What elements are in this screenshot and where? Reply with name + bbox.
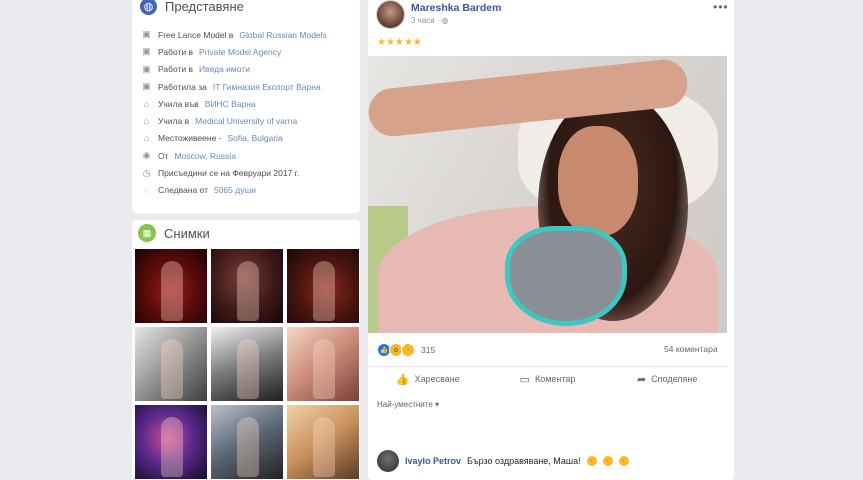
intro-item-link[interactable]: Private Model Agency [199,47,281,57]
home-icon: ⌂ [143,133,150,144]
commenter-avatar[interactable] [377,450,399,472]
reactions-summary[interactable]: 👍 o · 315 [377,343,435,357]
thumbs-up-icon: 👍 [395,373,410,386]
intro-item: ◉ От Moscow, Russia [141,147,327,164]
sad-reaction-icon: · [401,343,415,357]
intro-item: ⌂ Учила в Medical University of varna [141,112,327,129]
post-photo[interactable] [368,56,727,333]
intro-item-link[interactable]: Sofia, Bulgaria [228,133,283,143]
comment-sort-label: Най-уместните [377,400,433,409]
sad-emoji-icon: · [602,456,613,466]
share-button[interactable]: ➦ Споделяне [607,367,727,391]
comment-button[interactable]: ▭ Коментар [488,367,608,391]
intro-list: ▣ Free Lance Model в Global Russian Mode… [141,26,327,199]
share-button-label: Споделяне [651,374,698,384]
graduation-cap-icon: ⌂ [143,116,150,127]
intro-item-link[interactable]: IT Гимназия Експорт Варна [213,82,321,92]
share-icon: ➦ [636,373,647,386]
post-card: Mareshka Bardem 3 часа ·◍ ••• ★★★★★ 👍 o … [368,0,734,480]
briefcase-icon: ▣ [142,29,151,40]
photo-thumb[interactable] [135,405,207,479]
briefcase-icon: ▣ [142,46,151,57]
intro-item: ▣ Free Lance Model в Global Russian Mode… [141,26,327,43]
intro-item: ▣ Работи в Private Model Agency [141,43,327,60]
intro-item-prefix: Учила в [158,116,190,127]
intro-item-link[interactable]: Medical University of varna [195,116,297,126]
photos-icon: ▦ [138,224,156,242]
photo-thumb[interactable] [211,249,283,323]
intro-item-prefix: От [158,150,169,161]
photo-thumb[interactable] [287,405,359,479]
photo-thumb[interactable] [135,327,207,401]
globe-icon: ·◍ [438,16,449,25]
photo-thumb[interactable] [211,327,283,401]
briefcase-icon: ▣ [142,81,151,92]
photos-card: ▦ Снимки [132,220,360,480]
intro-item-prefix: Работи в [158,46,194,57]
more-options-icon[interactable]: ••• [713,0,729,14]
intro-item-prefix: Работила за [158,81,207,92]
intro-item-prefix: Учила във [158,98,199,109]
like-button[interactable]: 👍 Харесване [368,367,488,391]
intro-item-link[interactable]: Global Russian Models [239,30,326,40]
briefcase-icon: ▣ [142,63,151,74]
clock-icon: ◷ [142,167,151,178]
intro-card: ◍ Представяне ▣ Free Lance Model в Globa… [132,0,360,213]
graduation-cap-icon: ⌂ [143,98,150,109]
photos-header: ▦ Снимки [138,224,210,242]
comment-button-label: Коментар [534,374,576,384]
comment-item: Ivaylo Petrov Бързо оздравяване, Маша! ·… [377,450,629,472]
chevron-down-icon: ▾ [435,400,440,409]
comment-icon: ▭ [519,373,530,386]
intro-item: ◌ Следвана от 5065 души [141,182,327,199]
intro-item: ⌂ Местоживеене - Sofia, Bulgaria [141,130,327,147]
comment-sort-dropdown[interactable]: Най-уместните ▾ [377,400,439,409]
intro-item-prefix: Местоживеене - [158,133,222,144]
intro-title: Представяне [165,0,244,14]
intro-item-prefix: Работи в [158,64,194,75]
intro-item-prefix: Следвана от [158,185,208,196]
photos-title[interactable]: Снимки [164,226,210,241]
photos-grid [135,249,359,479]
intro-item-prefix: Присъедини се на Февруари 2017 г. [158,168,300,179]
globe-icon: ◍ [140,0,157,15]
photo-thumb[interactable] [287,249,359,323]
comment-author[interactable]: Ivaylo Petrov [405,456,461,466]
post-actions: 👍 Харесване ▭ Коментар ➦ Споделяне [368,366,727,391]
intro-item-link[interactable]: ВИНС Варна [205,99,256,109]
intro-item: ◷ Присъедини се на Февруари 2017 г. [141,164,327,181]
intro-item: ⌂ Учила във ВИНС Варна [141,95,327,112]
intro-item: ▣ Работила за IT Гимназия Експорт Варна [141,78,327,95]
intro-header: ◍ Представяне [140,0,244,15]
intro-item-link[interactable]: Иведа имоти [199,64,250,74]
intro-item-prefix: Free Lance Model в [158,29,234,40]
follow-icon: ◌ [143,185,150,196]
comments-count[interactable]: 54 коментара [664,344,718,354]
sad-emoji-icon: · [618,456,629,466]
intro-item-link[interactable]: Moscow, Russia [175,151,236,161]
photo-thumb[interactable] [135,249,207,323]
sad-emoji-icon: · [586,456,597,466]
author-avatar[interactable] [376,0,405,29]
photo-thumb[interactable] [211,405,283,479]
intro-item: ▣ Работи в Иведа имоти [141,61,327,78]
post-time[interactable]: 3 часа [411,16,435,25]
comment-text: Бързо оздравяване, Маша! [467,456,581,466]
intro-item-link[interactable]: 5065 души [214,185,256,195]
post-author[interactable]: Mareshka Bardem [411,2,501,14]
photo-thumb[interactable] [287,327,359,401]
post-text: ★★★★★ [377,37,422,48]
post-meta: 3 часа ·◍ [411,16,448,25]
reactions-count[interactable]: 315 [421,345,435,355]
like-button-label: Харесване [414,374,460,384]
location-pin-icon: ◉ [142,150,151,161]
